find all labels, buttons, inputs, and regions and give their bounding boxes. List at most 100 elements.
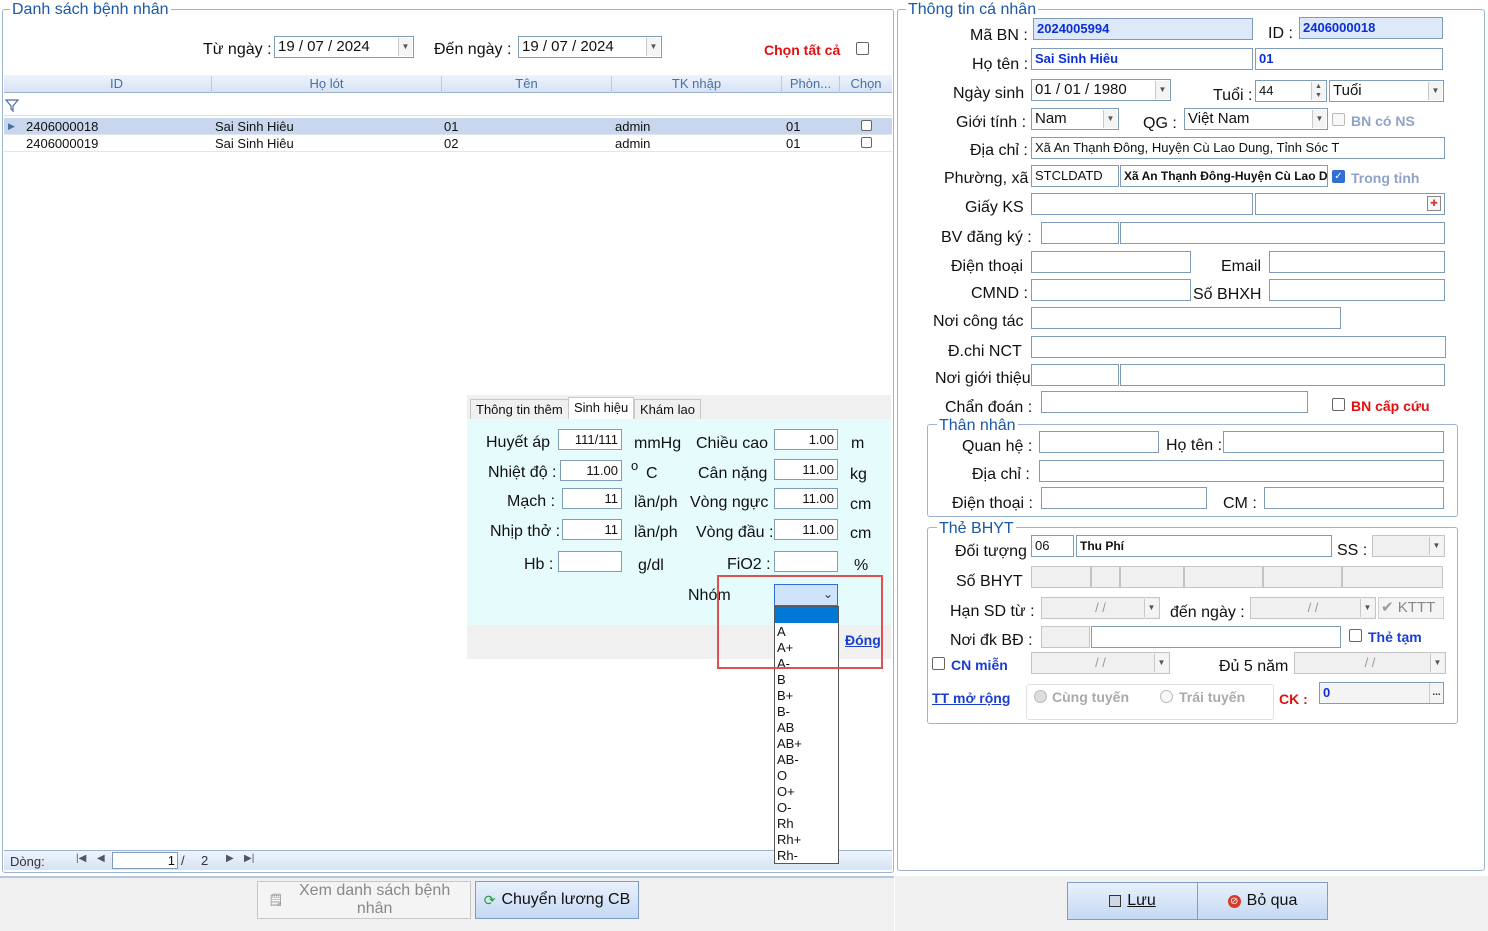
cung-tuyen-radio[interactable] — [1034, 690, 1047, 703]
trong-tinh-checkbox[interactable]: ✓ — [1332, 170, 1345, 183]
chevron-down-icon[interactable]: ▼ — [1429, 537, 1443, 555]
han-sd-from-picker[interactable]: / / ▼ — [1041, 597, 1160, 619]
page-input[interactable]: 1 — [112, 852, 178, 869]
blood-option[interactable]: O+ — [775, 784, 838, 800]
tt-mo-rong-link[interactable]: TT mở rộng — [932, 688, 1010, 708]
dia-chi-field[interactable]: Xã An Thạnh Đông, Huyện Cù Lao Dung, Tỉn… — [1031, 137, 1445, 159]
table-row[interactable]: 2406000019 Sai Sinh Hiêu 02 admin 01 — [4, 135, 892, 152]
to-date-picker[interactable]: 19 / 07 / 2024 ▼ — [518, 36, 662, 58]
hb-input[interactable] — [558, 551, 622, 572]
the-tam-checkbox[interactable] — [1349, 629, 1362, 642]
row-checkbox[interactable] — [861, 120, 872, 131]
from-date-picker[interactable]: 19 / 07 / 2024 ▼ — [274, 36, 414, 58]
han-sd-to-picker[interactable]: / / ▼ — [1250, 597, 1376, 619]
chevron-down-icon[interactable]: ▼ — [1103, 110, 1117, 128]
next-page-icon[interactable]: ▶ — [226, 853, 234, 864]
tab-kham-lao[interactable]: Khám lao — [634, 399, 701, 419]
trai-tuyen-radio[interactable] — [1160, 690, 1173, 703]
column-header-ten[interactable]: Tên — [442, 76, 612, 93]
column-header-holot[interactable]: Họ lót — [212, 76, 442, 93]
so-bhyt-seg-2[interactable] — [1091, 566, 1120, 588]
tuoi-unit-select[interactable]: Tuổi ▼ — [1329, 80, 1444, 102]
noi-dk-field[interactable] — [1091, 626, 1341, 648]
save-button[interactable]: Lưu — [1067, 882, 1198, 920]
noi-gioi-thieu-field[interactable] — [1120, 364, 1445, 386]
ho-ten-field-2[interactable]: 01 — [1255, 48, 1443, 70]
fio2-input[interactable] — [774, 551, 838, 572]
ma-bn-field[interactable]: 2024005994 — [1033, 18, 1253, 40]
giay-ks-field-2[interactable]: ✚ — [1255, 193, 1445, 215]
noi-dk-code[interactable] — [1041, 626, 1090, 648]
cn-mien-picker[interactable]: / / ▼ — [1031, 652, 1170, 674]
bv-dang-ky-code[interactable] — [1041, 222, 1119, 244]
tuoi-field[interactable]: 44 ▲ ▼ — [1255, 80, 1327, 102]
chevron-down-icon[interactable]: ▼ — [1428, 82, 1442, 100]
id-field[interactable]: 2406000018 — [1299, 17, 1443, 39]
cn-mien-checkbox[interactable] — [932, 657, 945, 670]
bn-co-ns-checkbox[interactable] — [1332, 113, 1345, 126]
chevron-down-icon[interactable]: ▼ — [646, 38, 660, 56]
column-header-phong[interactable]: Phòn... — [782, 76, 840, 93]
than-nhan-dia-chi-field[interactable] — [1039, 460, 1444, 482]
email-field[interactable] — [1269, 251, 1445, 273]
chevron-down-icon[interactable]: ▼ — [398, 38, 412, 56]
can-nang-input[interactable]: 11.00 — [774, 459, 838, 480]
gioi-tinh-select[interactable]: Nam ▼ — [1031, 108, 1119, 130]
chieu-cao-input[interactable]: 1.00 — [774, 429, 838, 450]
so-bhyt-seg-5[interactable] — [1263, 566, 1342, 588]
nhip-tho-input[interactable]: 11 — [562, 519, 622, 540]
cancel-button[interactable]: ⊘ Bỏ qua — [1197, 882, 1328, 920]
chevron-down-icon[interactable]: ▼ — [1155, 81, 1169, 99]
so-bhyt-seg-3[interactable] — [1120, 566, 1184, 588]
chevron-down-icon[interactable]: ▼ — [1312, 110, 1326, 128]
prev-page-icon[interactable]: ◀ — [97, 853, 105, 864]
ck-field[interactable]: 0... — [1319, 682, 1444, 704]
chevron-down-icon[interactable]: ▼ — [1360, 599, 1374, 617]
blood-option[interactable]: O — [775, 768, 838, 784]
so-bhyt-seg-4[interactable] — [1184, 566, 1263, 588]
bn-cap-cuu-checkbox[interactable] — [1332, 398, 1345, 411]
more-icon[interactable]: ... — [1429, 683, 1443, 703]
chevron-down-icon[interactable]: ▼ — [1154, 654, 1168, 672]
blood-option[interactable]: B+ — [775, 688, 838, 704]
vong-nguc-input[interactable]: 11.00 — [774, 488, 838, 509]
so-bhyt-seg-6[interactable] — [1342, 566, 1443, 588]
ss-select[interactable]: ▼ — [1372, 535, 1445, 557]
than-nhan-dien-thoai-field[interactable] — [1041, 487, 1207, 509]
spinner-icon[interactable]: ▲ ▼ — [1311, 82, 1325, 100]
select-all-checkbox[interactable] — [856, 42, 869, 55]
transfer-salary-button[interactable]: ⟳ Chuyển lương CB — [475, 881, 639, 919]
filter-icon[interactable] — [5, 98, 19, 112]
tab-sinh-hieu[interactable]: Sinh hiệu — [568, 397, 635, 419]
blood-option[interactable]: Rh- — [775, 848, 838, 864]
last-page-icon[interactable]: ▶| — [244, 853, 254, 864]
blood-option[interactable]: AB — [775, 720, 838, 736]
ho-ten-field[interactable]: Sai Sinh Hiêu — [1031, 48, 1253, 70]
first-page-icon[interactable]: |◀ — [76, 853, 86, 864]
blood-option[interactable]: B- — [775, 704, 838, 720]
chan-doan-field[interactable] — [1041, 391, 1308, 413]
dien-thoai-field[interactable] — [1031, 251, 1191, 273]
table-row[interactable]: ▶ 2406000018 Sai Sinh Hiêu 01 admin 01 — [4, 118, 892, 135]
column-header-id[interactable]: ID — [22, 76, 212, 93]
bv-dang-ky-field[interactable] — [1120, 222, 1445, 244]
noi-cong-tac-field[interactable] — [1031, 307, 1341, 329]
noi-gioi-thieu-code[interactable] — [1031, 364, 1119, 386]
kttt-button[interactable]: ✔ KTTT — [1378, 597, 1444, 619]
cm-field[interactable] — [1264, 487, 1444, 509]
blood-option[interactable]: AB+ — [775, 736, 838, 752]
giay-ks-field[interactable] — [1031, 193, 1253, 215]
mach-input[interactable]: 11 — [562, 488, 622, 509]
doi-tuong-code[interactable]: 06 — [1031, 535, 1074, 557]
du5nam-picker[interactable]: / / ▼ — [1294, 652, 1446, 674]
cmnd-field[interactable] — [1031, 279, 1191, 301]
column-header-chon[interactable]: Chọn — [840, 76, 892, 93]
chevron-down-icon[interactable]: ▼ — [1144, 599, 1158, 617]
document-icon[interactable]: ✚ — [1427, 196, 1441, 211]
huyet-ap-input[interactable]: 111/111 — [558, 429, 622, 450]
qg-select[interactable]: Việt Nam ▼ — [1184, 108, 1328, 130]
blood-option[interactable]: AB- — [775, 752, 838, 768]
ngay-sinh-picker[interactable]: 01 / 01 / 1980 ▼ — [1031, 79, 1171, 101]
vong-dau-input[interactable]: 11.00 — [774, 519, 838, 540]
blood-option[interactable]: B — [775, 672, 838, 688]
